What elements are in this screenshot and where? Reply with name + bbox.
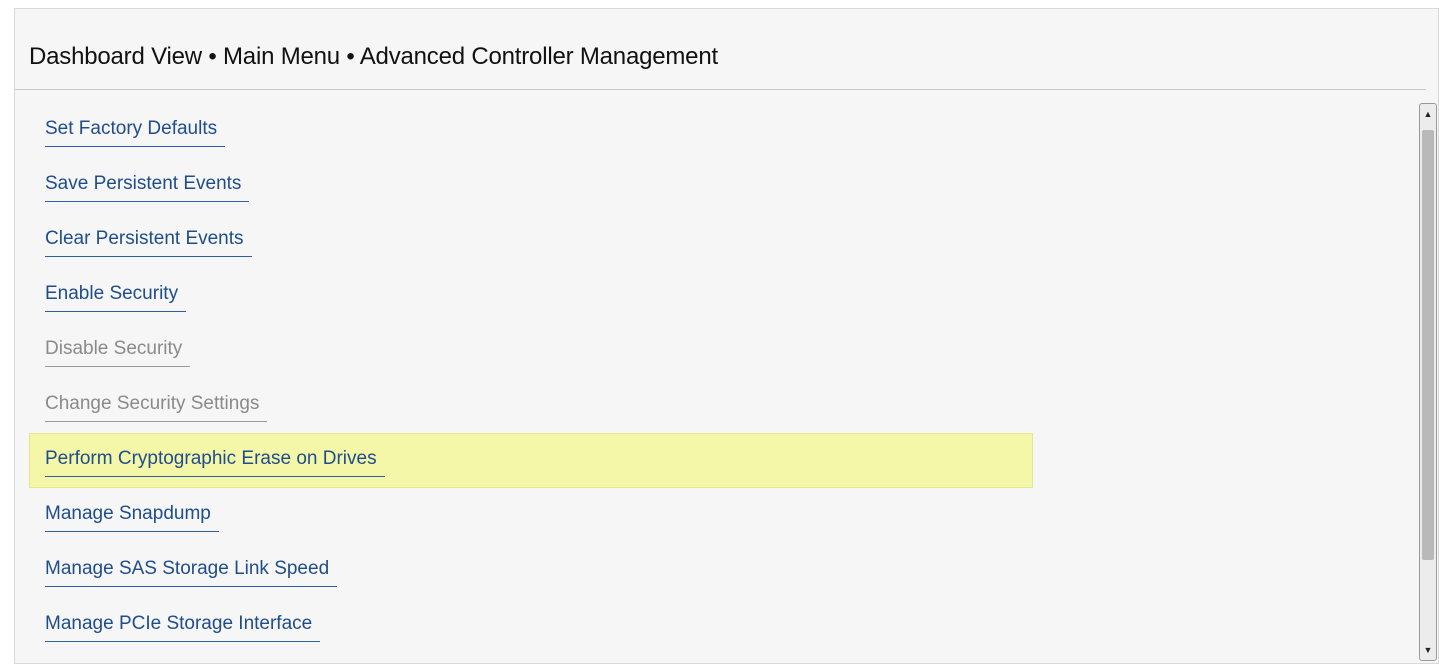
menu-item-perform-cryptographic-erase[interactable]: Perform Cryptographic Erase on Drives <box>29 433 1033 488</box>
menu-item-save-persistent-events[interactable]: Save Persistent Events <box>29 158 1033 213</box>
advanced-controller-menu: Set Factory Defaults Save Persistent Eve… <box>29 103 1033 653</box>
menu-item-change-security-settings: Change Security Settings <box>29 378 1033 433</box>
menu-item-set-factory-defaults[interactable]: Set Factory Defaults <box>29 103 1033 158</box>
perform-cryptographic-erase-link[interactable]: Perform Cryptographic Erase on Drives <box>45 448 385 477</box>
manage-pcie-interface-link[interactable]: Manage PCIe Storage Interface <box>45 613 321 642</box>
menu-item-manage-sas-link-speed[interactable]: Manage SAS Storage Link Speed <box>29 543 1033 598</box>
set-factory-defaults-link[interactable]: Set Factory Defaults <box>45 118 226 147</box>
disable-security-link: Disable Security <box>45 338 191 367</box>
change-security-settings-link: Change Security Settings <box>45 393 268 422</box>
manage-sas-link-speed-link[interactable]: Manage SAS Storage Link Speed <box>45 558 338 587</box>
menu-item-manage-snapdump[interactable]: Manage Snapdump <box>29 488 1033 543</box>
settings-panel: Dashboard View • Main Menu • Advanced Co… <box>14 8 1439 664</box>
menu-item-disable-security: Disable Security <box>29 323 1033 378</box>
menu-item-enable-security[interactable]: Enable Security <box>29 268 1033 323</box>
scroll-down-arrow-icon[interactable]: ▼ <box>1420 642 1436 658</box>
menu-item-clear-persistent-events[interactable]: Clear Persistent Events <box>29 213 1033 268</box>
enable-security-link[interactable]: Enable Security <box>45 283 187 312</box>
scroll-up-arrow-icon[interactable]: ▲ <box>1420 106 1436 122</box>
breadcrumb: Dashboard View • Main Menu • Advanced Co… <box>29 43 718 70</box>
scroll-thumb[interactable] <box>1422 130 1434 560</box>
menu-item-manage-pcie-interface[interactable]: Manage PCIe Storage Interface <box>29 598 1033 653</box>
title-bar: Dashboard View • Main Menu • Advanced Co… <box>15 9 1438 89</box>
save-persistent-events-link[interactable]: Save Persistent Events <box>45 173 250 202</box>
title-divider <box>15 89 1426 90</box>
clear-persistent-events-link[interactable]: Clear Persistent Events <box>45 228 252 257</box>
manage-snapdump-link[interactable]: Manage Snapdump <box>45 503 219 532</box>
vertical-scrollbar[interactable]: ▲ ▼ <box>1419 103 1437 661</box>
